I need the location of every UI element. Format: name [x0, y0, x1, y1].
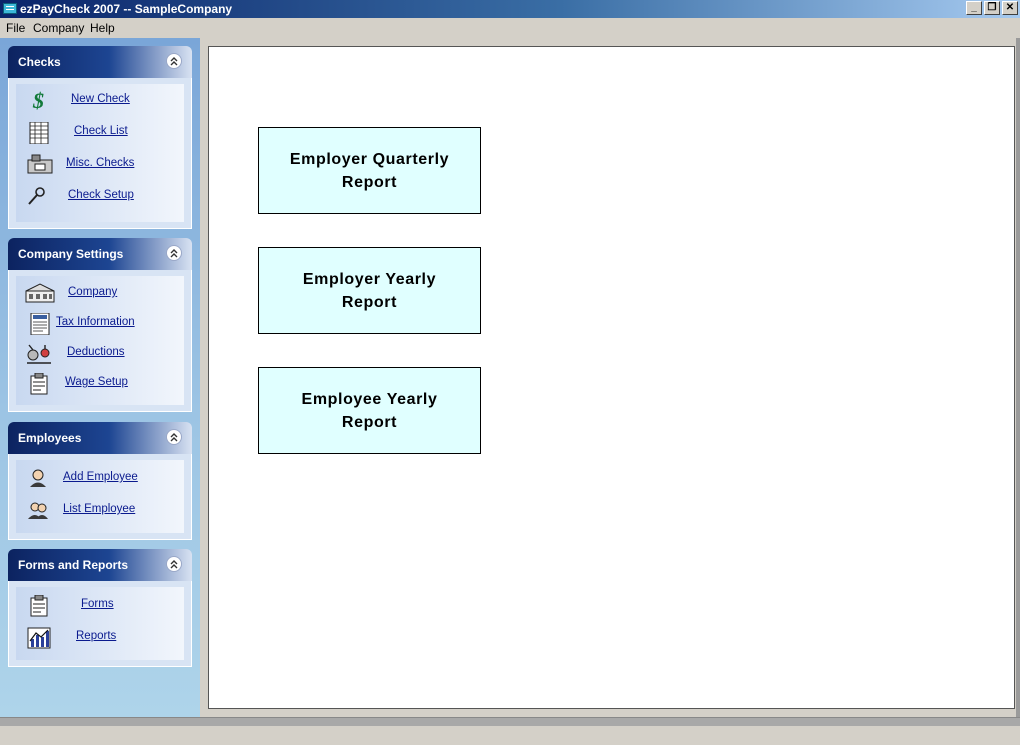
sidebar-item-label: New Check [71, 93, 130, 105]
sidebar: Checks $ New Check Check List Misc. Chec… [0, 38, 200, 717]
panel-header-company-settings[interactable]: Company Settings [8, 238, 192, 270]
panel-body-employees: Add Employee List Employee [8, 454, 192, 540]
report-button-line1: Employee Yearly [301, 390, 438, 408]
clipboard-icon [25, 372, 51, 395]
sidebar-item-wage-setup[interactable]: Wage Setup [16, 372, 184, 395]
sidebar-item-forms[interactable]: Forms [16, 594, 184, 617]
sidebar-item-new-check[interactable]: $ New Check [16, 88, 184, 113]
employer-yearly-report-button[interactable]: Employer Yearly Report [258, 247, 481, 334]
sidebar-item-label: Tax Information [56, 316, 135, 328]
panel-title: Forms and Reports [18, 558, 129, 572]
panel-title: Company Settings [18, 247, 124, 261]
report-button-line1: Employer Yearly [302, 270, 437, 288]
sidebar-item-company[interactable]: Company [16, 282, 184, 304]
panel-checks: Checks $ New Check Check List Misc. Chec… [8, 46, 192, 229]
collapse-icon[interactable] [166, 556, 182, 572]
person-icon [25, 468, 51, 488]
panel-employees: Employees Add Employee List Employee [8, 422, 192, 540]
wrench-icon [25, 186, 51, 206]
sidebar-item-label: List Employee [63, 503, 136, 515]
panel-title: Checks [18, 55, 61, 69]
menu-company[interactable]: Company [33, 21, 84, 35]
panel-body-forms-and-reports: Forms Reports [8, 581, 192, 667]
sidebar-item-label: Forms [81, 598, 114, 610]
panel-header-forms-and-reports[interactable]: Forms and Reports [8, 549, 192, 581]
dollar-icon: $ [25, 88, 51, 113]
window-title: ezPayCheck 2007 -- SampleCompany [20, 2, 233, 16]
ledger-icon [25, 121, 51, 145]
sidebar-item-check-list[interactable]: Check List [16, 121, 184, 145]
title-bar: ezPayCheck 2007 -- SampleCompany _ ❐ ✕ [0, 0, 1020, 18]
sidebar-item-label: Wage Setup [65, 376, 128, 388]
menu-file[interactable]: File [6, 21, 25, 35]
panel-company-settings: Company Settings Company Tax Information… [8, 238, 192, 412]
deductions-icon [25, 343, 51, 364]
printer-icon [25, 154, 53, 174]
sidebar-item-reports[interactable]: Reports [16, 626, 184, 649]
tax-form-icon [25, 312, 51, 336]
sidebar-item-label: Check List [74, 125, 128, 137]
sidebar-item-label: Reports [76, 630, 117, 642]
people-icon [25, 500, 51, 520]
minimize-button[interactable]: _ [966, 1, 982, 15]
window-right-border [1016, 38, 1020, 718]
sidebar-item-add-employee[interactable]: Add Employee [16, 467, 184, 489]
report-button-line2: Report [341, 173, 398, 191]
sidebar-item-label: Check Setup [68, 189, 134, 201]
employee-yearly-report-button[interactable]: Employee Yearly Report [258, 367, 481, 454]
panel-header-employees[interactable]: Employees [8, 422, 192, 454]
sidebar-item-label: Deductions [67, 346, 125, 358]
collapse-icon[interactable] [166, 53, 182, 69]
report-button-line2: Report [341, 413, 398, 431]
chart-icon [25, 627, 51, 649]
sidebar-item-deductions[interactable]: Deductions [16, 342, 184, 364]
building-icon [25, 283, 55, 303]
report-button-line1: Employer Quarterly [289, 150, 450, 168]
sidebar-item-misc-checks[interactable]: Misc. Checks [16, 153, 184, 175]
collapse-icon[interactable] [166, 245, 182, 261]
sidebar-item-label: Misc. Checks [66, 157, 135, 169]
main-content: Employer Quarterly Report Employer Yearl… [208, 46, 1015, 709]
status-bar [0, 717, 1020, 726]
collapse-icon[interactable] [166, 429, 182, 445]
report-button-line2: Report [341, 293, 398, 311]
sidebar-item-list-employee[interactable]: List Employee [16, 499, 184, 521]
panel-header-checks[interactable]: Checks [8, 46, 192, 78]
menu-bar: File Company Help [0, 18, 1020, 38]
restore-button[interactable]: ❐ [984, 1, 1000, 15]
panel-body-checks: $ New Check Check List Misc. Checks Chec… [8, 78, 192, 229]
sidebar-item-tax-information[interactable]: Tax Information [16, 312, 184, 336]
app-icon [3, 3, 17, 14]
panel-forms-and-reports: Forms and Reports Forms Reports [8, 549, 192, 667]
panel-title: Employees [18, 431, 82, 445]
employer-quarterly-report-button[interactable]: Employer Quarterly Report [258, 127, 481, 214]
window-controls: _ ❐ ✕ [966, 1, 1018, 15]
svg-text:$: $ [32, 90, 44, 110]
sidebar-item-label: Add Employee [63, 471, 138, 483]
menu-help[interactable]: Help [90, 21, 115, 35]
form-icon [25, 594, 51, 617]
close-button[interactable]: ✕ [1002, 1, 1018, 15]
panel-body-company-settings: Company Tax Information Deductions Wage … [8, 270, 192, 412]
sidebar-item-label: Company [68, 286, 118, 298]
sidebar-item-check-setup[interactable]: Check Setup [16, 185, 184, 207]
